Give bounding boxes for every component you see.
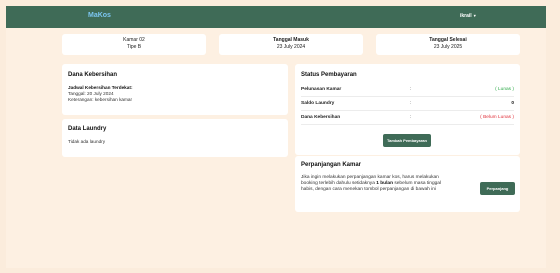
- check-in-card: Tanggal Masuk 23 July 2024: [219, 34, 363, 55]
- extension-title: Perpanjangan Kamar: [301, 162, 362, 168]
- room-number: Kamar 02: [123, 37, 145, 43]
- room-type: Tipe B: [126, 44, 142, 50]
- payment-status-value: 0: [511, 101, 514, 106]
- payment-label: Saldo Laundry: [301, 101, 335, 106]
- cleaning-fund-card: Dana Kebersihan Jadwal Kebersihan Terdek…: [62, 64, 288, 115]
- user-menu[interactable]: ikrail ▾: [460, 13, 476, 19]
- payment-row-room: Pelunasan Kamar : ( Lunas ): [301, 87, 514, 96]
- add-payment-button[interactable]: Tambah Pembayaran: [383, 134, 431, 147]
- extension-text: booking terlebih dahulu setidaknya: [301, 181, 377, 186]
- divider: [301, 96, 514, 97]
- payment-status-value: ( Belum Lunas ): [480, 115, 514, 120]
- check-out-card: Tanggal Selesai 23 July 2025: [376, 34, 520, 55]
- payment-status-title: Status Pembayaran: [301, 72, 357, 78]
- divider: [301, 124, 514, 125]
- payment-status-card: Status Pembayaran Pelunasan Kamar : ( Lu…: [295, 64, 520, 155]
- cleaning-note: Keterangan: kebersihan kamar: [68, 97, 133, 102]
- extension-description: Jika ingin melakukan perpanjangan kamar …: [301, 175, 471, 193]
- payment-status-value: ( Lunas ): [495, 87, 514, 92]
- brand-logo[interactable]: MaKos: [88, 12, 111, 19]
- payment-row-cleaning: Dana Kebersihan : ( Belum Lunas ): [301, 115, 514, 124]
- payment-label: Dana Kebersihan: [301, 115, 341, 120]
- app-frame: MaKos ikrail ▾ Kamar 02 Tipe B Tanggal Ma…: [6, 6, 546, 268]
- check-in-date: 23 July 2024: [276, 44, 306, 50]
- extension-text-line: habis, dengan cara menekan tombol perpan…: [301, 187, 436, 192]
- check-in-label: Tanggal Masuk: [273, 37, 309, 43]
- laundry-empty-text: Tidak ada laundry: [68, 139, 106, 144]
- navbar: MaKos ikrail ▾: [6, 6, 546, 28]
- user-name: ikrail: [460, 13, 472, 19]
- extension-duration: 1 bulan: [376, 181, 394, 186]
- check-out-date: 23 July 2025: [433, 44, 463, 50]
- payment-separator: :: [410, 101, 412, 106]
- payment-separator: :: [410, 87, 412, 92]
- extension-card: Perpanjangan Kamar Jika ingin melakukan …: [295, 156, 520, 212]
- payment-label: Pelunasan Kamar: [301, 87, 342, 92]
- laundry-card: Data Laundry Tidak ada laundry: [62, 119, 288, 157]
- payment-row-laundry: Saldo Laundry : 0: [301, 101, 514, 110]
- cleaning-fund-title: Dana Kebersihan: [68, 72, 118, 78]
- extension-text: sebelum masa tinggal: [393, 181, 442, 186]
- divider: [301, 110, 514, 111]
- room-card: Kamar 02 Tipe B: [62, 34, 206, 55]
- check-out-label: Tanggal Selesai: [429, 37, 467, 43]
- laundry-title: Data Laundry: [68, 126, 107, 132]
- extend-button[interactable]: Perpanjang: [480, 182, 515, 195]
- chevron-down-icon: ▾: [473, 13, 476, 18]
- payment-separator: :: [410, 115, 412, 120]
